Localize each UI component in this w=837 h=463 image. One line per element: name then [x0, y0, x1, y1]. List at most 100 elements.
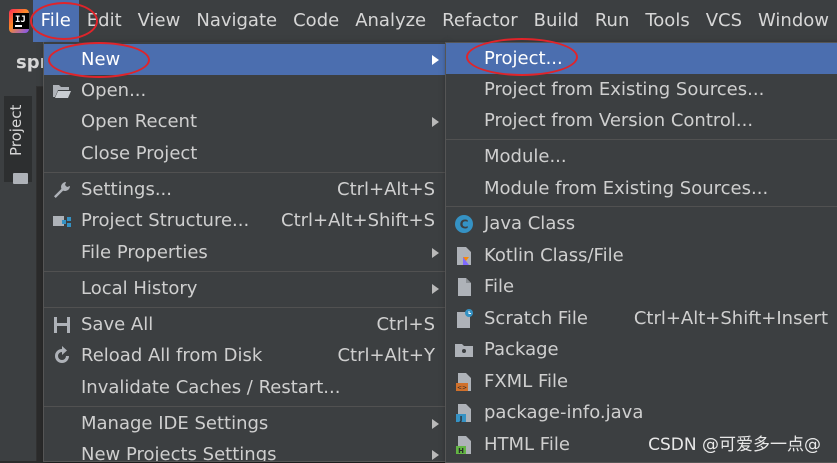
submenu-arrow-icon: [432, 419, 439, 429]
folder-icon: [13, 173, 28, 184]
project-tab-label: Project: [7, 104, 25, 156]
menu-view[interactable]: View: [130, 0, 189, 42]
file-menu-reload-all[interactable]: Reload All from Disk Ctrl+Alt+Y: [44, 340, 445, 371]
menu-item-label: Kotlin Class/File: [484, 245, 624, 266]
menu-tools[interactable]: Tools: [637, 0, 697, 42]
menu-separator: [44, 406, 445, 407]
file-menu-new[interactable]: New: [44, 44, 445, 75]
menu-item-label: File Properties: [81, 242, 208, 263]
file-menu-open[interactable]: Open...: [44, 75, 445, 106]
menu-item-label: File: [484, 276, 515, 297]
menu-item-label: HTML File: [484, 434, 570, 455]
submenu-arrow-icon: [432, 248, 439, 258]
menu-item-label: Project from Existing Sources...: [484, 79, 765, 100]
menu-item-label: Open Recent: [81, 111, 198, 132]
svg-text:C: C: [460, 218, 469, 232]
menu-item-label: Manage IDE Settings: [81, 413, 269, 434]
html-file-icon: H: [456, 436, 471, 455]
new-module-from-existing-sources[interactable]: Module from Existing Sources...: [446, 173, 837, 204]
submenu-arrow-icon: [432, 450, 439, 460]
new-project[interactable]: Project...: [446, 43, 837, 74]
menu-navigate[interactable]: Navigate: [188, 0, 285, 42]
menu-item-label: Local History: [81, 278, 198, 299]
project-structure-icon: [53, 216, 71, 227]
file-menu-close-project[interactable]: Close Project: [44, 138, 445, 169]
file-menu-local-history[interactable]: Local History: [44, 273, 445, 304]
wrench-icon: [54, 182, 70, 198]
file-menu-settings[interactable]: Settings... Ctrl+Alt+S: [44, 174, 445, 205]
menu-separator: [44, 271, 445, 272]
menu-refactor[interactable]: Refactor: [434, 0, 526, 42]
file-menu-invalidate-caches[interactable]: Invalidate Caches / Restart...: [44, 372, 445, 403]
reload-icon: [55, 346, 69, 363]
menu-code[interactable]: Code: [285, 0, 347, 42]
file-menu-open-recent[interactable]: Open Recent: [44, 106, 445, 137]
new-submenu: Project... Project from Existing Sources…: [445, 42, 837, 463]
menu-item-label: Settings...: [81, 179, 172, 200]
menu-item-label: Open...: [81, 80, 147, 101]
save-icon: [54, 317, 70, 333]
file-menu: New Open... Open Recent Close Project Se…: [43, 42, 446, 462]
package-icon: [455, 344, 473, 357]
menu-item-label: package-info.java: [484, 402, 644, 423]
submenu-arrow-icon: [432, 117, 439, 127]
open-folder-icon: [53, 85, 71, 98]
left-tool-window-bar: Project: [0, 86, 37, 461]
menu-item-label: New Projects Settings: [81, 444, 277, 462]
new-java-class[interactable]: C Java Class: [446, 208, 837, 239]
menu-item-label: Project...: [484, 48, 563, 69]
submenu-arrow-icon: [432, 55, 439, 65]
menu-item-shortcut: Ctrl+Alt+Y: [337, 345, 435, 366]
menu-item-shortcut: Ctrl+Alt+S: [337, 179, 435, 200]
menu-item-label: FXML File: [484, 371, 569, 392]
new-project-from-existing-sources[interactable]: Project from Existing Sources...: [446, 74, 837, 105]
scratch-file-icon: [457, 309, 473, 328]
menu-analyze[interactable]: Analyze: [347, 0, 434, 42]
submenu-arrow-icon: [432, 284, 439, 294]
file-menu-project-structure[interactable]: Project Structure... Ctrl+Alt+Shift+S: [44, 205, 445, 236]
menu-build[interactable]: Build: [526, 0, 587, 42]
file-menu-new-projects-settings[interactable]: New Projects Settings: [44, 439, 445, 462]
menu-item-label: Java Class: [484, 213, 576, 234]
new-package-info[interactable]: J package-info.java: [446, 397, 837, 428]
menu-item-label: Invalidate Caches / Restart...: [81, 377, 341, 398]
menu-file[interactable]: File: [32, 0, 79, 42]
kotlin-file-icon: [457, 247, 471, 265]
new-project-from-vcs[interactable]: Project from Version Control...: [446, 105, 837, 136]
menu-vcs[interactable]: VCS: [698, 0, 750, 42]
intellij-logo-icon: IJ: [9, 9, 29, 33]
menu-separator: [446, 206, 837, 207]
menu-item-label: Reload All from Disk: [81, 345, 263, 366]
new-module[interactable]: Module...: [446, 141, 837, 172]
menu-edit[interactable]: Edit: [79, 0, 130, 42]
menu-run[interactable]: Run: [587, 0, 638, 42]
menu-item-label: Module from Existing Sources...: [484, 178, 769, 199]
new-scratch-file[interactable]: Scratch File Ctrl+Alt+Shift+Insert: [446, 303, 837, 334]
menu-window[interactable]: Window: [750, 0, 837, 42]
svg-text:<>: <>: [457, 385, 467, 392]
menu-bar: IJ File Edit View Navigate Code Analyze …: [0, 0, 837, 42]
new-kotlin-file[interactable]: Kotlin Class/File: [446, 240, 837, 271]
menu-item-shortcut: Ctrl+Alt+Shift+S: [281, 210, 435, 231]
svg-text:H: H: [458, 447, 464, 455]
file-menu-save-all[interactable]: Save All Ctrl+S: [44, 309, 445, 340]
project-tool-tab[interactable]: Project: [4, 96, 32, 184]
menu-item-label: Project from Version Control...: [484, 110, 754, 131]
new-fxml-file[interactable]: <> FXML File: [446, 366, 837, 397]
menu-item-shortcut: Ctrl+Alt+Shift+Insert: [633, 308, 828, 329]
menu-item-label: Project Structure...: [81, 210, 250, 231]
fxml-file-icon: <>: [456, 373, 471, 392]
new-file[interactable]: File: [446, 271, 837, 302]
java-class-icon: C: [455, 215, 473, 233]
watermark: CSDN @可爱多一点@: [648, 435, 821, 455]
menu-separator: [446, 139, 837, 140]
file-menu-file-properties[interactable]: File Properties: [44, 237, 445, 268]
menu-item-label: Module...: [484, 146, 567, 167]
menu-separator: [44, 307, 445, 308]
menu-item-label: Save All: [81, 314, 154, 335]
menu-item-shortcut: Ctrl+S: [376, 314, 435, 335]
file-menu-manage-ide-settings[interactable]: Manage IDE Settings: [44, 408, 445, 439]
package-info-icon: J: [456, 404, 471, 423]
new-package[interactable]: Package: [446, 334, 837, 365]
menu-separator: [44, 172, 445, 173]
